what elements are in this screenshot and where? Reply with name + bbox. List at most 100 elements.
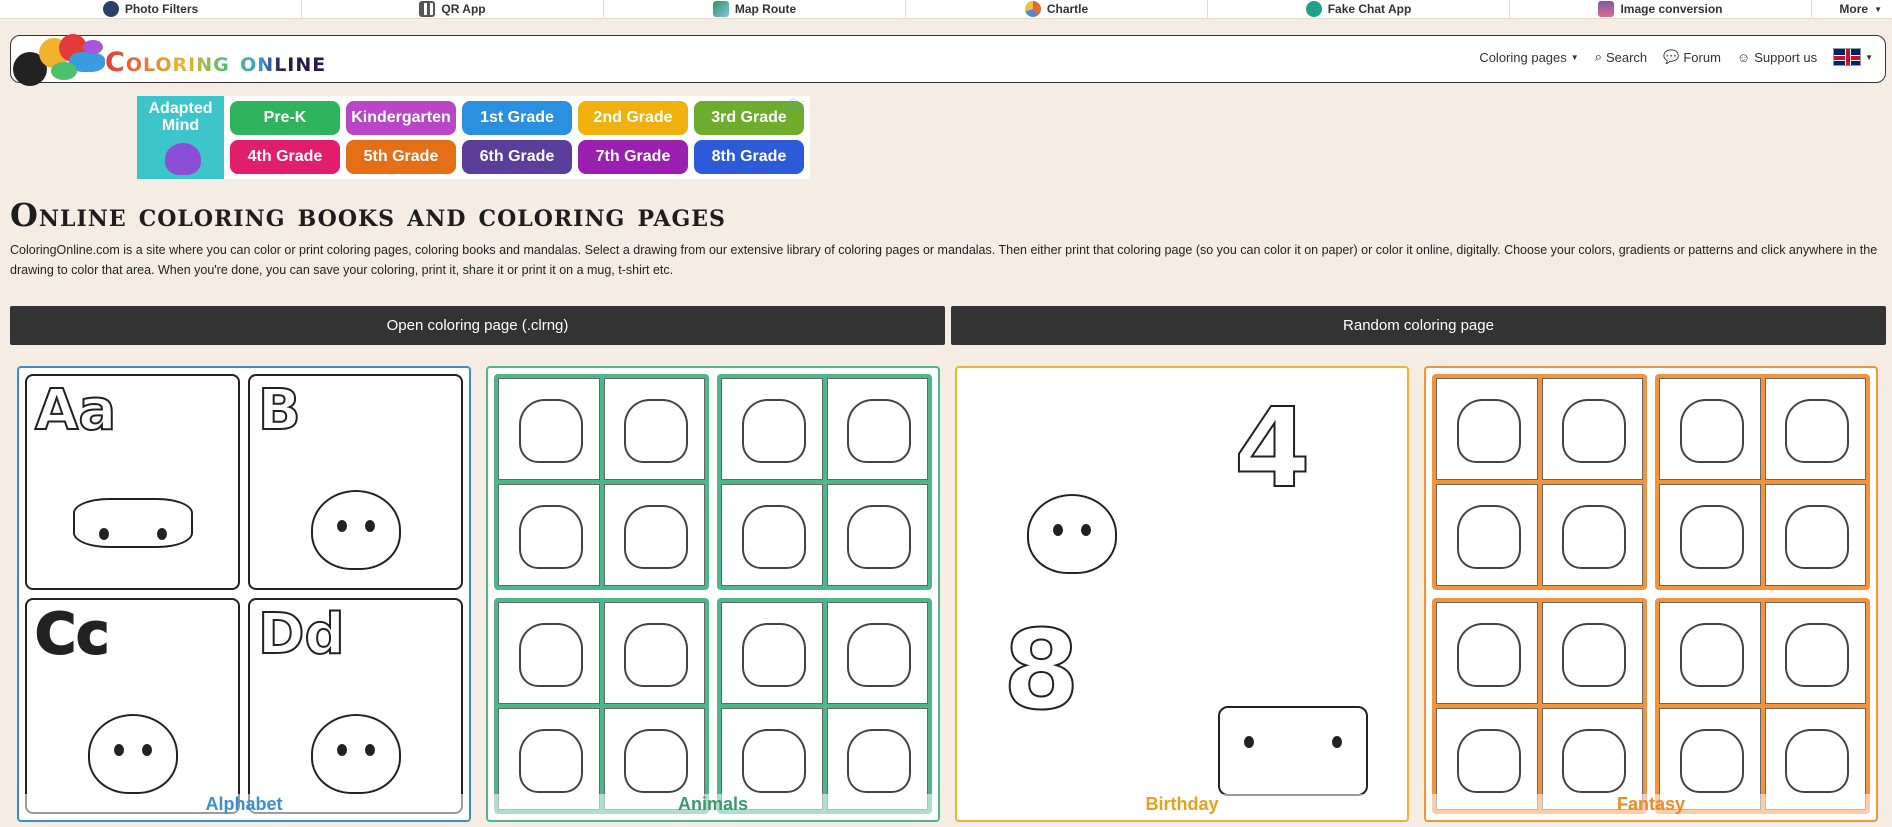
logo-wordmark: Coloring online	[105, 46, 327, 78]
more-label: More	[1839, 2, 1869, 16]
fantasy-subbook-monsters	[1655, 598, 1870, 814]
topbar-link-fake-chat-app[interactable]: Fake Chat App	[1208, 0, 1510, 18]
alphabet-thumbnail-d: Dd	[248, 598, 463, 814]
grade-button-5th[interactable]: 5th Grade	[346, 140, 456, 174]
grade-button-8th[interactable]: 8th Grade	[694, 140, 804, 174]
bear-with-cake-drawing	[1026, 494, 1117, 574]
nav-forum-link[interactable]: 💬 Forum	[1663, 49, 1721, 65]
category-card-animals[interactable]: Animals	[486, 366, 940, 822]
birthday-thumbnail-four: 4	[1184, 374, 1401, 592]
grade-button-grid: Pre-K Kindergarten 1st Grade 2nd Grade 3…	[224, 96, 810, 179]
topbar-link-map-route[interactable]: Map Route	[604, 0, 906, 18]
uk-flag-icon	[1833, 48, 1862, 66]
birthday-thumbnail-bear	[963, 374, 1180, 592]
thumbnail-letter: Aa	[34, 377, 117, 444]
forum-icon: 💬	[1663, 49, 1680, 64]
birthday-thumbnail-cake	[1184, 596, 1401, 814]
fantasy-subbook-fairies	[1432, 598, 1647, 814]
grade-button-1st[interactable]: 1st Grade	[462, 101, 572, 135]
card-thumbnail-grid: 4 8	[963, 374, 1401, 814]
fantasy-subbook-castles	[1655, 374, 1870, 590]
puppy-drawing	[310, 714, 401, 794]
top-app-bar: Photo Filters QR App Map Route Chartle F…	[0, 0, 1892, 19]
caret-down-icon: ▼	[1570, 52, 1579, 62]
grade-button-6th[interactable]: 6th Grade	[462, 140, 572, 174]
mascot-icon	[165, 143, 201, 175]
caret-down-icon: ▼	[1865, 52, 1873, 62]
topbar-more-menu[interactable]: More ▼	[1812, 0, 1892, 18]
grade-button-7th[interactable]: 7th Grade	[578, 140, 688, 174]
topbar-link-photo-filters[interactable]: Photo Filters	[0, 0, 302, 18]
kitten-drawing	[87, 714, 178, 794]
cake-drawing	[1217, 706, 1368, 796]
nav-label: Search	[1605, 49, 1648, 65]
qr-code-icon	[419, 1, 436, 17]
category-label: Birthday	[957, 794, 1407, 820]
topbar-link-chartle[interactable]: Chartle	[906, 0, 1208, 18]
thumbnail-letter: B	[257, 377, 302, 444]
category-card-fantasy[interactable]: Fantasy	[1424, 366, 1878, 822]
thumbnail-number: 4	[1233, 383, 1312, 513]
site-logo[interactable]: Coloring online	[11, 30, 326, 90]
grade-button-2nd[interactable]: 2nd Grade	[578, 101, 688, 135]
nav-support-link[interactable]: ☺ Support us	[1737, 50, 1817, 65]
chart-icon	[1024, 1, 1041, 17]
random-coloring-page-button[interactable]: Random coloring page	[951, 306, 1886, 345]
nav-coloring-pages-dropdown[interactable]: Coloring pages ▼	[1479, 50, 1578, 65]
ad-info-icon[interactable]: ⓘ⋮	[788, 96, 808, 111]
animals-subbook-dogs	[494, 598, 709, 814]
chat-icon	[1305, 1, 1322, 17]
image-icon	[1598, 1, 1615, 17]
nav-label: Support us	[1754, 49, 1818, 65]
category-label: Fantasy	[1426, 794, 1876, 820]
grade-button-4th[interactable]: 4th Grade	[230, 140, 340, 174]
ad-brand-logo: Adapted Mind	[137, 96, 224, 179]
caret-down-icon: ▼	[1874, 4, 1882, 14]
ad-brand-text: Adapted Mind	[148, 100, 213, 134]
airplane-drawing	[72, 498, 193, 548]
bear-drawing	[310, 490, 401, 570]
category-card-birthday[interactable]: 4 8 Birthday	[955, 366, 1409, 822]
animals-subbook-horses	[717, 598, 932, 814]
animals-subbook-cats	[494, 374, 709, 590]
nav-label: Coloring pages	[1479, 49, 1567, 65]
alphabet-thumbnail-a: Aa	[25, 374, 240, 590]
grade-button-pre-k[interactable]: Pre-K	[230, 101, 340, 135]
topbar-link-label: Map Route	[734, 2, 797, 16]
paint-splash-icon	[11, 30, 111, 90]
grade-button-kindergarten[interactable]: Kindergarten	[346, 101, 456, 135]
language-selector[interactable]: ▼	[1833, 48, 1873, 66]
card-thumbnail-grid	[1432, 374, 1870, 814]
thumbnail-letter: Dd	[257, 601, 346, 668]
topbar-link-label: Chartle	[1046, 2, 1089, 16]
site-header: Coloring online Coloring pages ▼ ⌕ Searc…	[10, 34, 1886, 86]
intro-paragraph: ColoringOnline.com is a site where you c…	[10, 243, 1878, 277]
support-icon: ☺	[1736, 49, 1751, 65]
topbar-link-label: Fake Chat App	[1327, 2, 1412, 16]
alphabet-thumbnail-b: B	[248, 374, 463, 590]
topbar-link-image-conversion[interactable]: Image conversion	[1510, 0, 1812, 18]
topbar-link-label: Photo Filters	[124, 2, 199, 16]
nav-search-link[interactable]: ⌕ Search	[1595, 49, 1647, 65]
thumbnail-letter: Cc	[34, 601, 110, 668]
topbar-link-qr-app[interactable]: QR App	[302, 0, 604, 18]
topbar-link-label: Image conversion	[1620, 2, 1723, 16]
thumbnail-number: 8	[1002, 605, 1081, 735]
category-label: Alphabet	[19, 794, 469, 820]
grade-ad-banner[interactable]: Adapted Mind Pre-K Kindergarten 1st Grad…	[137, 96, 810, 179]
category-label: Animals	[488, 794, 938, 820]
camera-icon	[102, 1, 119, 17]
category-card-alphabet[interactable]: Aa B Cc Dd Alphabet	[17, 366, 471, 822]
animals-subbook-dinosaurs	[717, 374, 932, 590]
topbar-link-label: QR App	[441, 2, 486, 16]
birthday-thumbnail-eight: 8	[963, 596, 1180, 814]
card-thumbnail-grid	[494, 374, 932, 814]
open-coloring-page-button[interactable]: Open coloring page (.clrng)	[10, 306, 945, 345]
search-icon: ⌕	[1594, 49, 1602, 64]
alphabet-thumbnail-c: Cc	[25, 598, 240, 814]
map-icon	[712, 1, 729, 17]
main-nav: Coloring pages ▼ ⌕ Search 💬 Forum ☺ Supp…	[1479, 48, 1873, 66]
page-title: Online coloring books and coloring pages	[10, 196, 726, 234]
nav-label: Forum	[1683, 49, 1721, 65]
fantasy-subbook-girls	[1432, 374, 1647, 590]
